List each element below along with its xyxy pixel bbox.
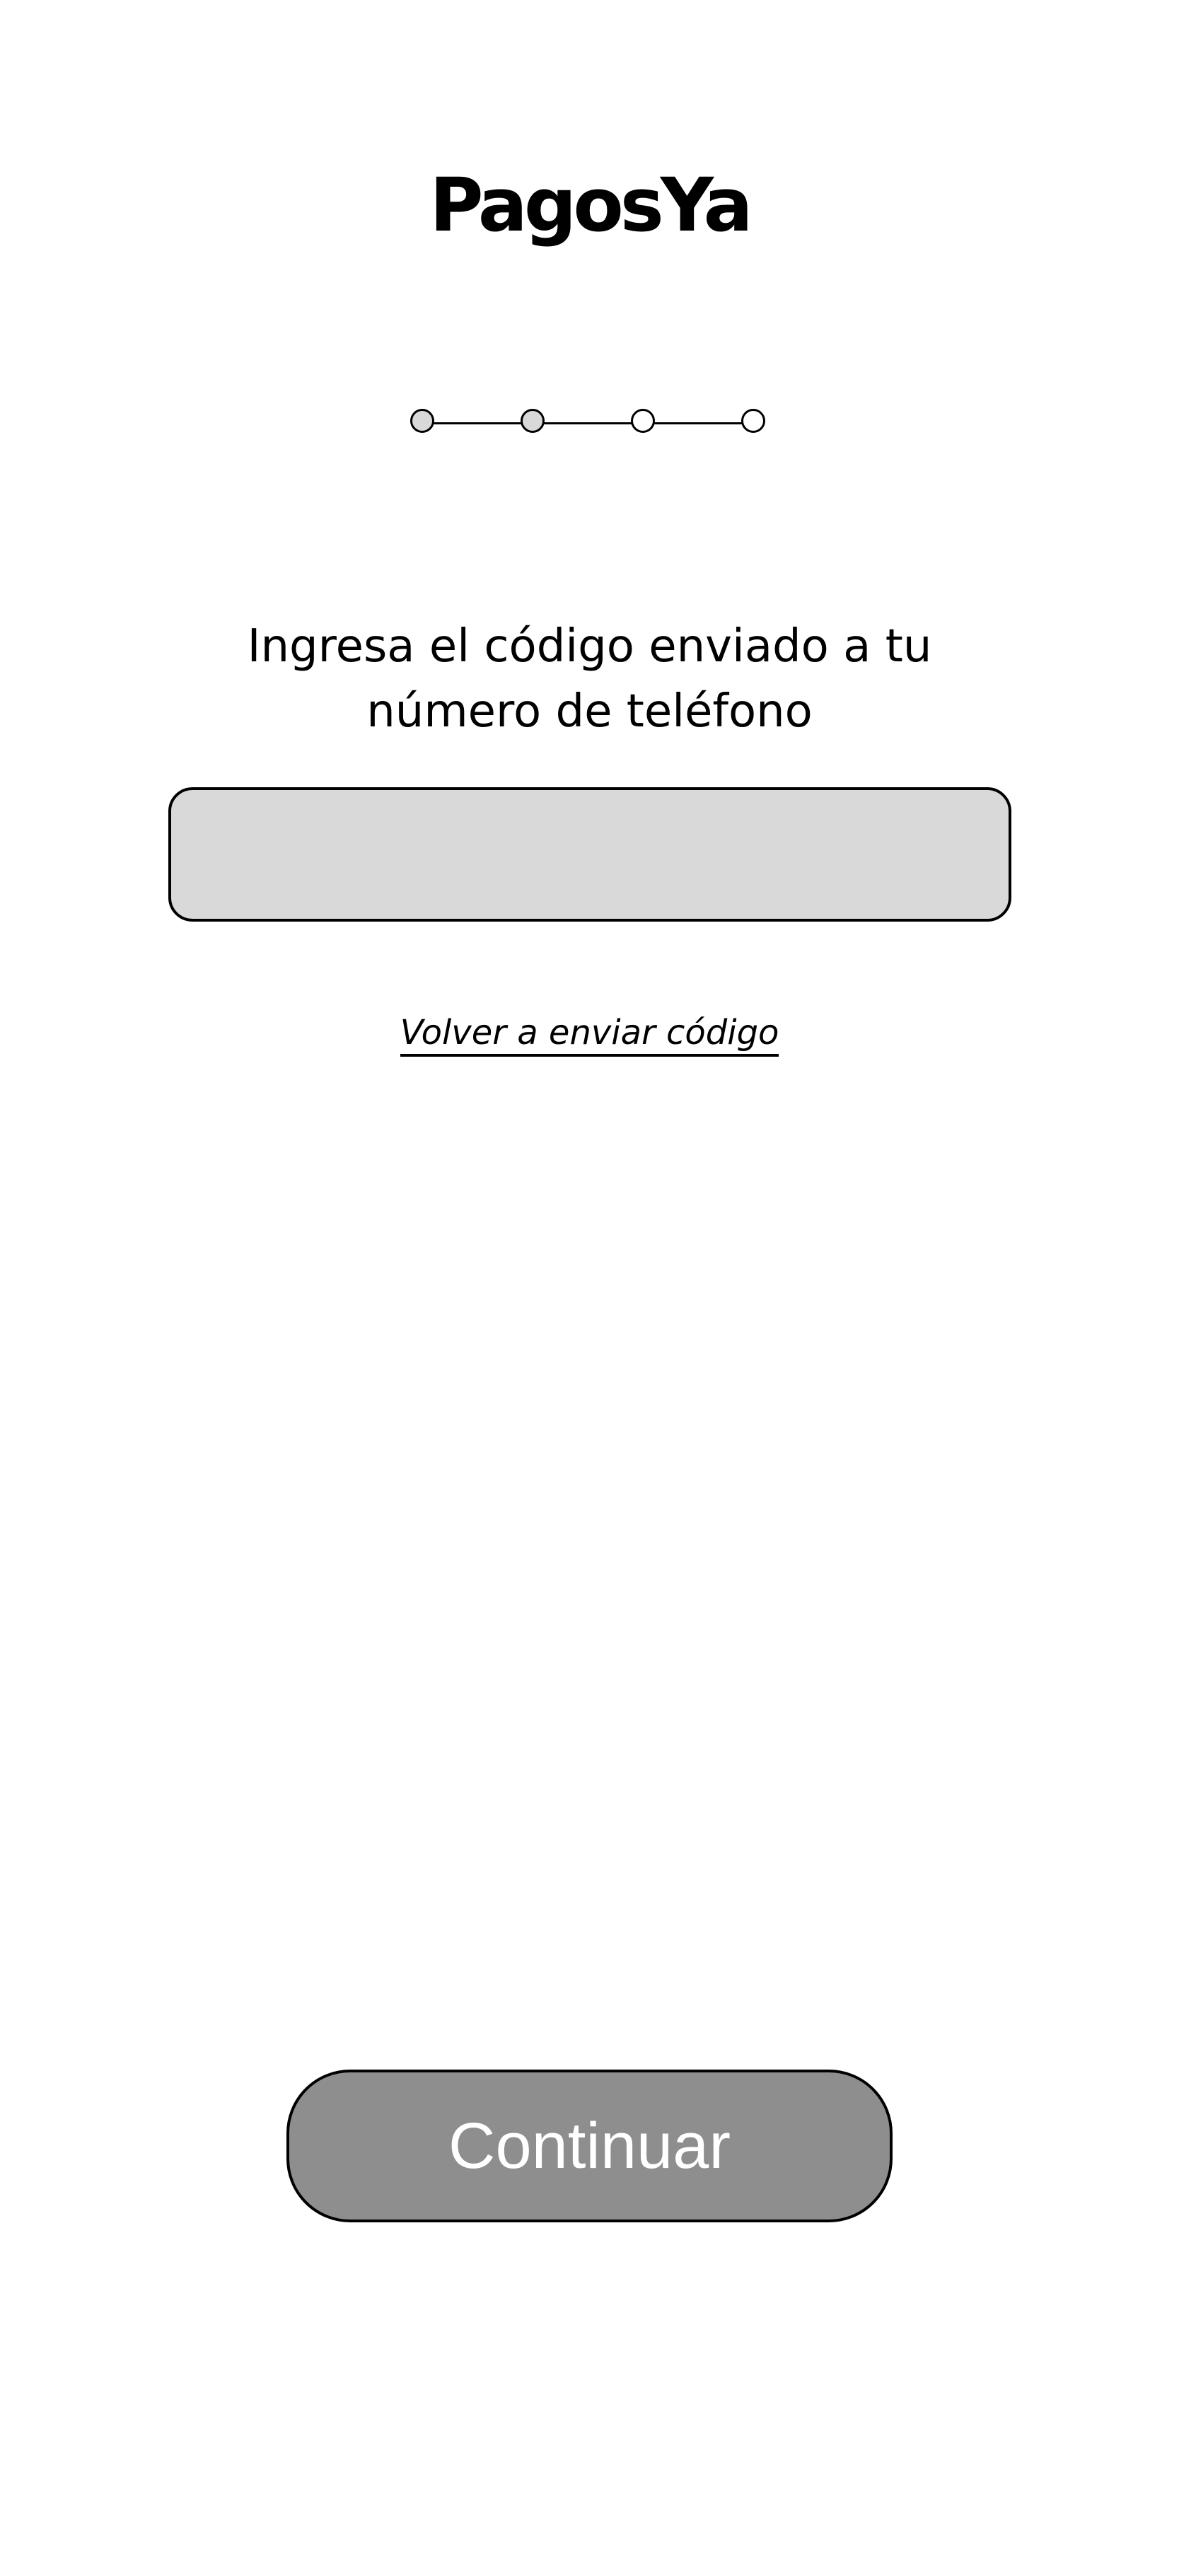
- stepper-connector: [654, 422, 743, 424]
- resend-code-link[interactable]: Volver a enviar código: [400, 1013, 779, 1057]
- step-1-indicator: [410, 409, 434, 433]
- step-3-indicator: [631, 409, 655, 433]
- step-2-indicator: [521, 409, 545, 433]
- verification-code-input[interactable]: [168, 787, 1011, 922]
- verification-prompt: Ingresa el código enviado a tu número de…: [247, 620, 932, 738]
- step-4-indicator: [741, 409, 765, 433]
- stepper-connector: [543, 422, 632, 424]
- resend-code-container: Volver a enviar código: [0, 1013, 1179, 1057]
- progress-stepper: [410, 407, 771, 439]
- app-logo: PagosYa: [429, 162, 753, 248]
- stepper-connector: [433, 422, 522, 424]
- continue-button[interactable]: Continuar: [286, 2070, 893, 2222]
